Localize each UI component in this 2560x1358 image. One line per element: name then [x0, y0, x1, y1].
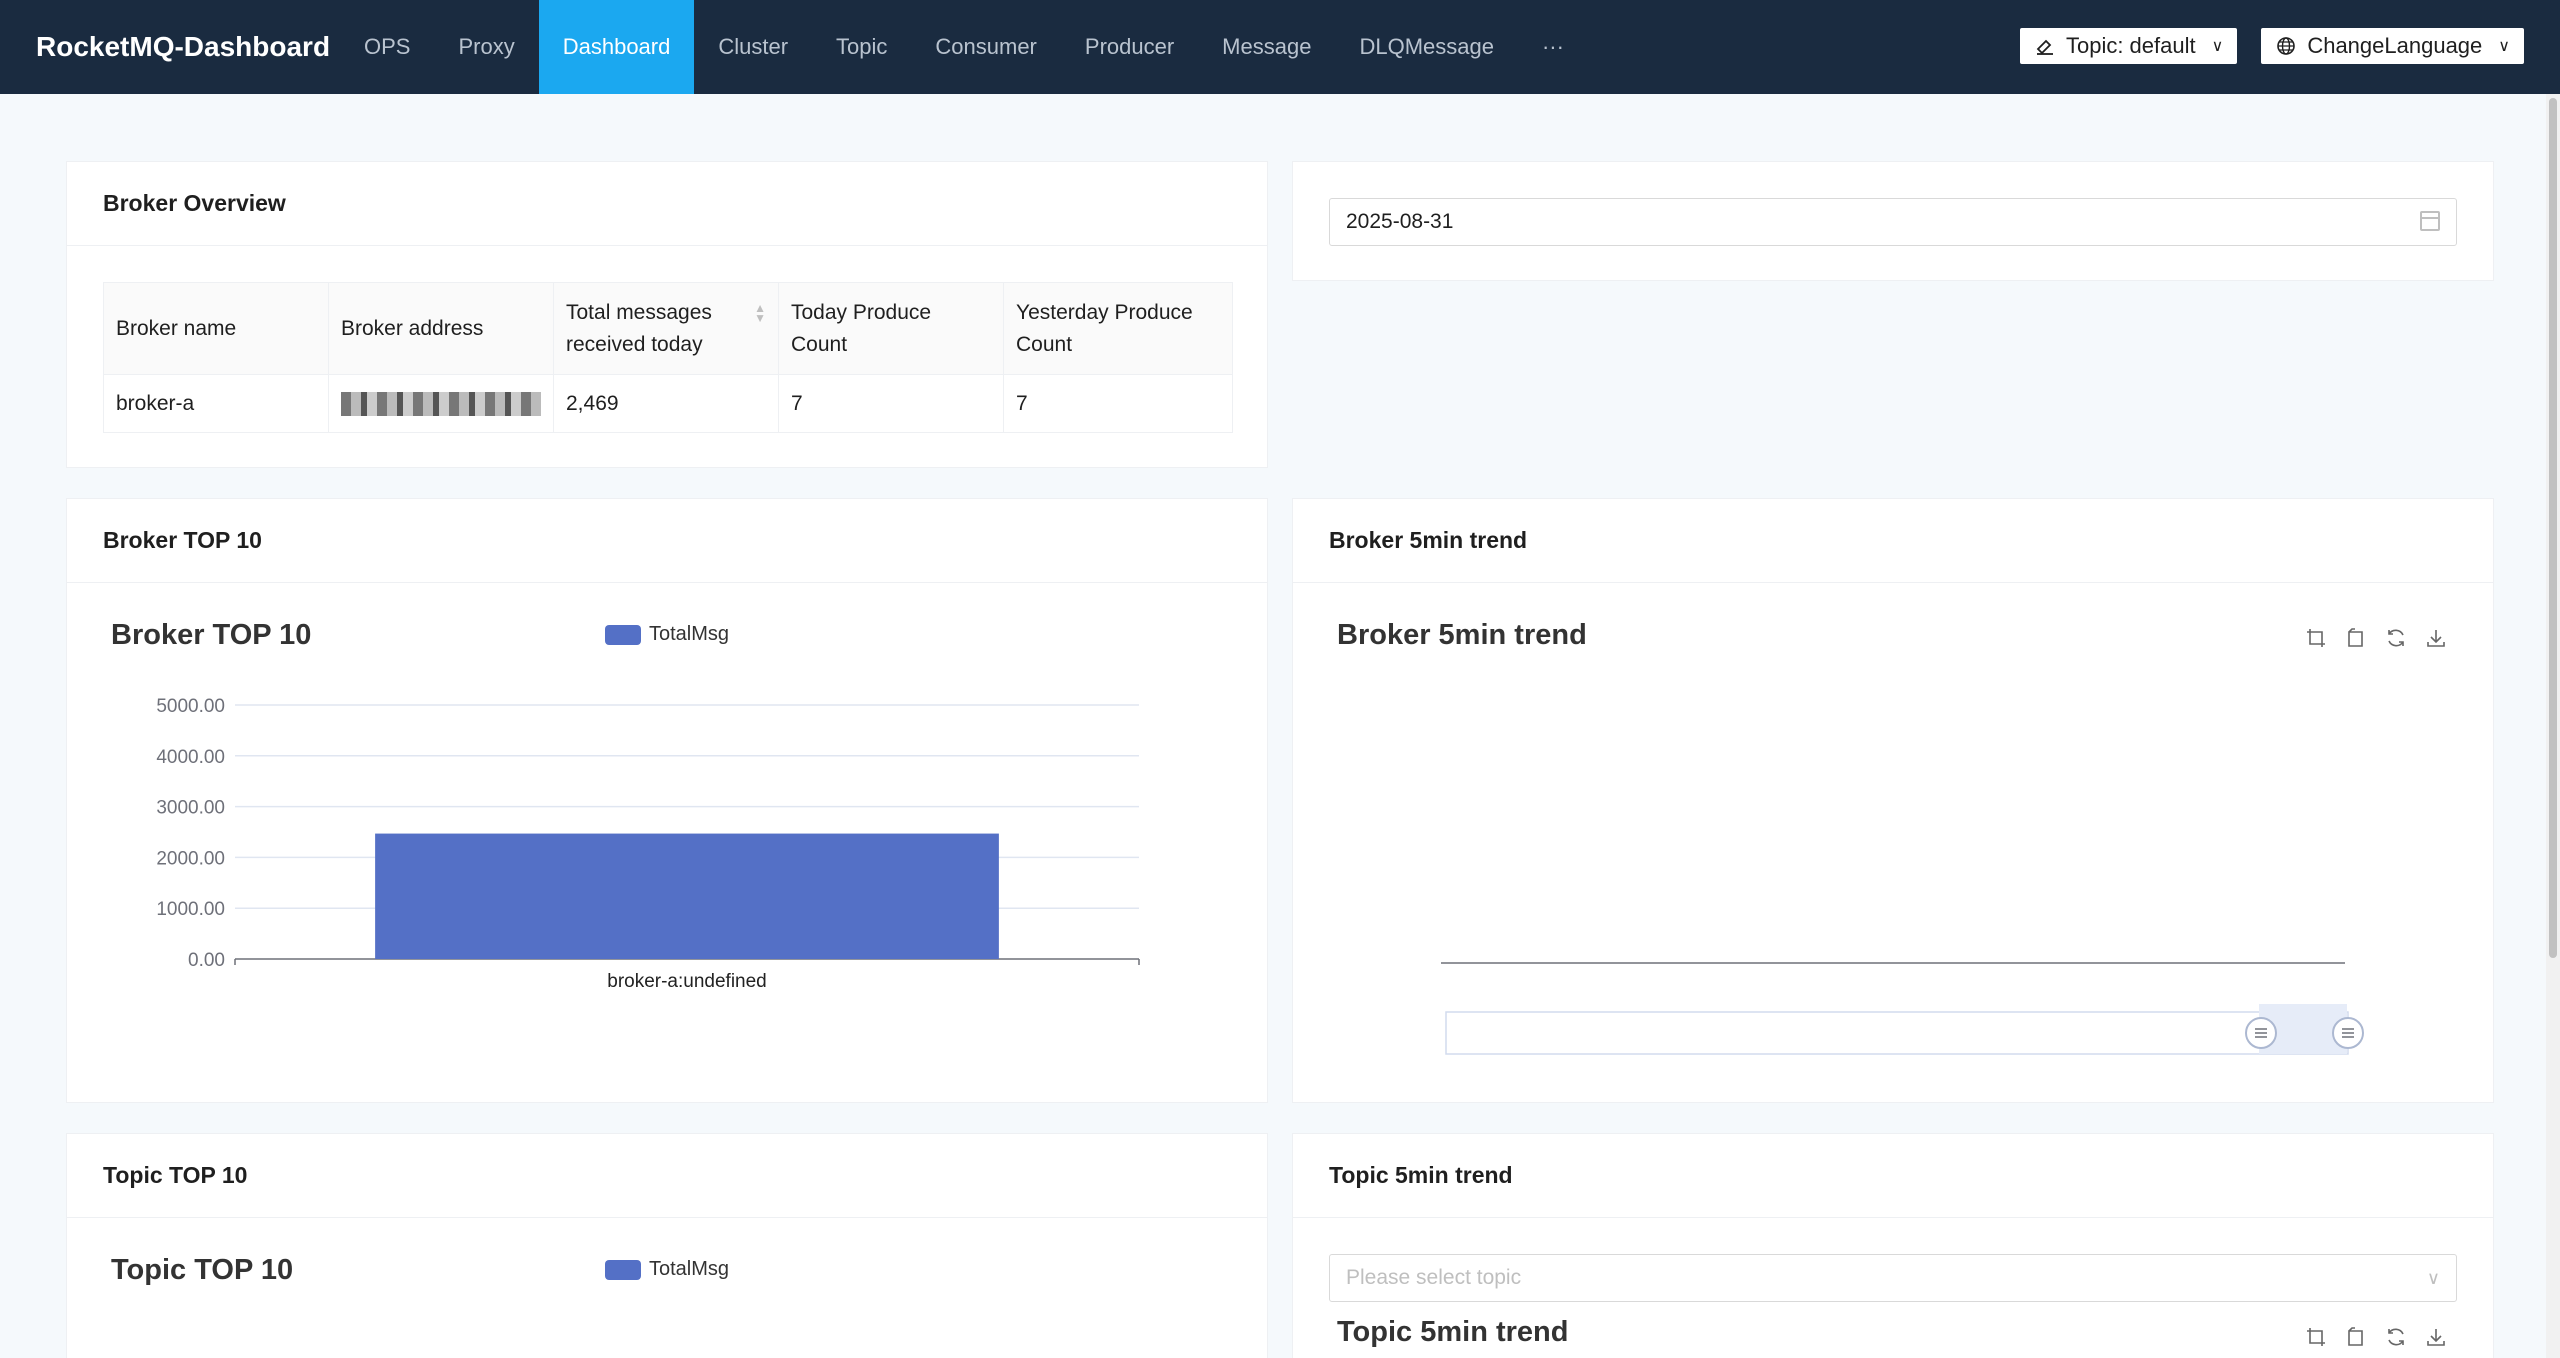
redacted-address [341, 391, 541, 416]
menu-item-message[interactable]: Message [1198, 0, 1335, 94]
chart-toolbox [2305, 1326, 2447, 1348]
y-tick-label: 0.00 [188, 950, 225, 971]
column-header-total-messages[interactable]: ▲ ▼ Total messages received today [553, 282, 779, 375]
download-icon[interactable] [2425, 1326, 2447, 1348]
y-tick-label: 1000.00 [156, 899, 225, 920]
cell-yesterday-produce: 7 [1003, 374, 1233, 433]
table-row: broker-a 2,469 7 7 [103, 374, 1233, 433]
legend-label: TotalMsg [649, 1258, 730, 1280]
column-header-broker-address: Broker address [328, 282, 554, 375]
topic-trend-card-title: Topic 5min trend [1293, 1134, 2493, 1218]
broker-trend-chart-title: Broker 5min trend [1337, 619, 1587, 651]
topic-top10-card: Topic TOP 10 Topic TOP 10 TotalMsg [66, 1133, 1268, 1358]
broker-overview-table: Broker name Broker address ▲ ▼ Total mess… [103, 282, 1233, 433]
menu-item-topic[interactable]: Topic [812, 0, 911, 94]
bar[interactable] [375, 833, 999, 959]
table-header-row: Broker name Broker address ▲ ▼ Total mess… [103, 282, 1233, 375]
date-value: 2025-08-31 [1346, 210, 1454, 233]
topic-dropdown-label: Topic: default [2065, 33, 2196, 58]
column-header-yesterday-produce: Yesterday Produce Count [1003, 282, 1233, 375]
scrollbar-thumb[interactable] [2549, 98, 2557, 958]
menu-item-ops[interactable]: OPS [340, 0, 434, 94]
menu-item-proxy[interactable]: Proxy [434, 0, 538, 94]
chart-toolbox [2305, 627, 2447, 649]
column-header-broker-name: Broker name [103, 282, 329, 375]
legend-swatch [605, 624, 641, 645]
broker-trend-chart [1441, 962, 2364, 1055]
topic-top10-card-title: Topic TOP 10 [67, 1134, 1267, 1218]
zoom-area-icon[interactable] [2305, 1326, 2327, 1348]
cell-broker-address [328, 374, 554, 433]
language-dropdown-label: ChangeLanguage [2307, 33, 2483, 58]
page-scrollbar[interactable] [2546, 94, 2560, 1358]
broker-overview-title: Broker Overview [67, 162, 1267, 246]
broker-trend-card-title: Broker 5min trend [1293, 499, 2493, 583]
top-nav: RocketMQ-Dashboard OPS Proxy Dashboard C… [0, 0, 2560, 94]
cell-today-produce: 7 [778, 374, 1004, 433]
cell-broker-name: broker-a [103, 374, 329, 433]
restore-icon[interactable] [2385, 1326, 2407, 1348]
language-dropdown-button[interactable]: ChangeLanguage ∨ [2261, 28, 2524, 64]
brush-icon [2036, 39, 2053, 55]
broker-overview-card: Broker Overview Broker name Broker addre… [66, 161, 1268, 468]
broker-top10-chart: 0.00 1000.00 2000.00 3000.00 4000.00 5000.00 b… [156, 696, 1140, 992]
zoom-reset-icon[interactable] [2345, 1326, 2367, 1348]
topic-select-placeholder: Please select topic [1346, 1266, 1522, 1289]
y-tick-label: 4000.00 [156, 747, 225, 768]
topic-trend-card: Topic 5min trend Please select topic ∨ T… [1292, 1133, 2494, 1358]
main-menu: OPS Proxy Dashboard Cluster Topic Consum… [340, 0, 1588, 94]
legend-swatch [605, 1259, 641, 1280]
legend-label: TotalMsg [649, 623, 730, 645]
broker-top10-chart-title: Broker TOP 10 [111, 619, 312, 651]
zoom-reset-icon[interactable] [2345, 627, 2367, 649]
sort-icon[interactable]: ▲ ▼ [754, 302, 766, 324]
topic-top10-chart-title: Topic TOP 10 [111, 1254, 294, 1286]
date-card: 2025-08-31 [1292, 161, 2494, 281]
nav-right-controls: Topic: default ∨ ChangeLanguage ∨ [2019, 28, 2524, 64]
broker-top10-card-title: Broker TOP 10 [67, 499, 1267, 583]
menu-item-dlqmessage[interactable]: DLQMessage [1335, 0, 1518, 94]
restore-icon[interactable] [2385, 627, 2407, 649]
topic-trend-chart-title: Topic 5min trend [1337, 1316, 1569, 1348]
calendar-icon[interactable] [2420, 211, 2440, 231]
menu-item-cluster[interactable]: Cluster [694, 0, 812, 94]
cell-total-messages: 2,469 [553, 374, 779, 433]
menu-item-consumer[interactable]: Consumer [911, 0, 1060, 94]
broker-trend-card: Broker 5min trend Broker 5min trend [1292, 498, 2494, 1103]
menu-item-more[interactable]: ··· [1518, 0, 1588, 94]
y-tick-label: 2000.00 [156, 848, 225, 869]
menu-item-dashboard[interactable]: Dashboard [538, 0, 695, 94]
date-picker-input[interactable]: 2025-08-31 [1329, 198, 2457, 246]
globe-icon [2277, 37, 2296, 55]
datazoom-track[interactable] [1445, 1011, 2349, 1055]
broker-top10-legend[interactable]: TotalMsg [605, 623, 729, 646]
menu-item-producer[interactable]: Producer [1061, 0, 1198, 94]
y-tick-label: 3000.00 [156, 798, 225, 819]
broker-top10-card: Broker TOP 10 Broker TOP 10 TotalMsg 0.0… [66, 498, 1268, 1103]
download-icon[interactable] [2425, 627, 2447, 649]
chevron-down-icon: ∨ [2498, 38, 2510, 55]
topic-dropdown-button[interactable]: Topic: default ∨ [2019, 28, 2238, 64]
topic-select[interactable]: Please select topic ∨ [1329, 1254, 2457, 1302]
x-tick-label: broker-a:undefined [607, 971, 767, 992]
column-header-today-produce: Today Produce Count [778, 282, 1004, 375]
topic-top10-legend[interactable]: TotalMsg [605, 1258, 729, 1281]
y-tick-label: 5000.00 [156, 696, 225, 717]
chevron-down-icon: ∨ [2211, 38, 2224, 55]
brand-logo[interactable]: RocketMQ-Dashboard [0, 31, 340, 63]
chevron-down-icon: ∨ [2426, 1267, 2440, 1288]
zoom-area-icon[interactable] [2305, 627, 2327, 649]
